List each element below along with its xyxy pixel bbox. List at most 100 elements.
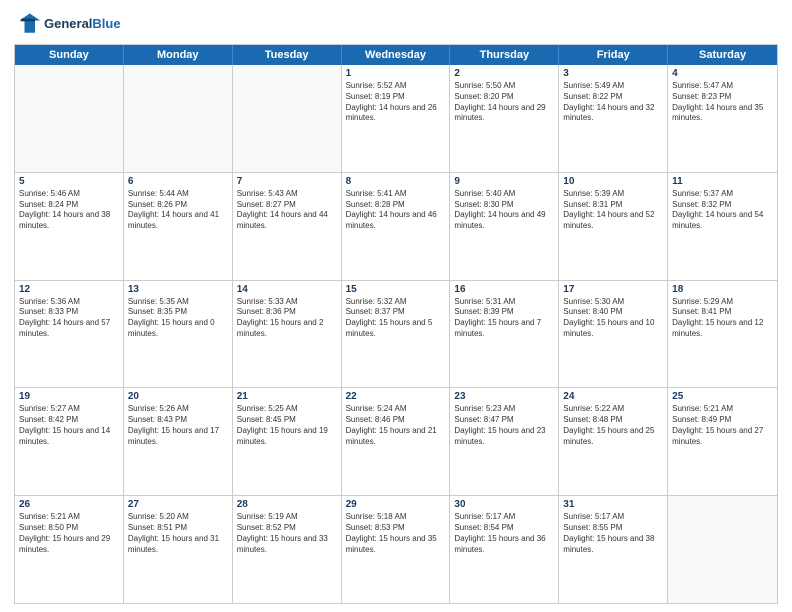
- day-info: Sunrise: 5:46 AMSunset: 8:24 PMDaylight:…: [19, 189, 119, 232]
- empty-cell: [124, 65, 233, 172]
- day-number: 14: [237, 284, 337, 295]
- day-cell-15: 15Sunrise: 5:32 AMSunset: 8:37 PMDayligh…: [342, 281, 451, 388]
- day-info: Sunrise: 5:18 AMSunset: 8:53 PMDaylight:…: [346, 512, 446, 555]
- day-number: 11: [672, 176, 773, 187]
- day-cell-27: 27Sunrise: 5:20 AMSunset: 8:51 PMDayligh…: [124, 496, 233, 603]
- calendar: SundayMondayTuesdayWednesdayThursdayFrid…: [14, 44, 778, 604]
- day-cell-3: 3 Sunrise: 5:49 AMSunset: 8:22 PMDaylight…: [559, 65, 668, 172]
- day-number: 10: [563, 176, 663, 187]
- day-info: Sunrise: 5:21 AMSunset: 8:49 PMDaylight:…: [672, 404, 773, 447]
- day-number: 18: [672, 284, 773, 295]
- day-number: 29: [346, 499, 446, 510]
- page: GeneralBlue SundayMondayTuesdayWednesday…: [0, 0, 792, 612]
- day-cell-17: 17 Sunrise: 5:30 AMSunset: 8:40 PMDayligh…: [559, 281, 668, 388]
- day-number: 16: [454, 284, 554, 295]
- day-info: Sunrise: 5:26 AMSunset: 8:43 PMDaylight:…: [128, 404, 228, 447]
- day-number: 13: [128, 284, 228, 295]
- day-number: 22: [346, 391, 446, 402]
- calendar-row-1: 1 Sunrise: 5:52 AMSunset: 8:19 PMDaylight…: [15, 65, 777, 173]
- day-info: Sunrise: 5:22 AMSunset: 8:48 PMDaylight:…: [563, 404, 663, 447]
- day-info: Sunrise: 5:43 AMSunset: 8:27 PMDaylight:…: [237, 189, 337, 232]
- day-number: 7: [237, 176, 337, 187]
- day-info: Sunrise: 5:37 AMSunset: 8:32 PMDaylight:…: [672, 189, 773, 232]
- day-info: Sunrise: 5:31 AMSunset: 8:39 PMDaylight:…: [454, 297, 554, 340]
- day-cell-23: 23 Sunrise: 5:23 AMSunset: 8:47 PMDayligh…: [450, 388, 559, 495]
- header-day-tuesday: Tuesday: [233, 45, 342, 65]
- day-info: Sunrise: 5:24 AMSunset: 8:46 PMDaylight:…: [346, 404, 446, 447]
- day-cell-29: 29 Sunrise: 5:18 AMSunset: 8:53 PMDayligh…: [342, 496, 451, 603]
- day-cell-25: 25Sunrise: 5:21 AMSunset: 8:49 PMDayligh…: [668, 388, 777, 495]
- day-cell-4: 4 Sunrise: 5:47 AMSunset: 8:23 PMDaylight…: [668, 65, 777, 172]
- header-day-saturday: Saturday: [668, 45, 777, 65]
- day-info: Sunrise: 5:29 AMSunset: 8:41 PMDaylight:…: [672, 297, 773, 340]
- day-number: 20: [128, 391, 228, 402]
- day-info: Sunrise: 5:50 AMSunset: 8:20 PMDaylight:…: [454, 81, 554, 124]
- logo: GeneralBlue: [14, 10, 121, 38]
- day-number: 30: [454, 499, 554, 510]
- day-cell-31: 31 Sunrise: 5:17 AMSunset: 8:55 PMDayligh…: [559, 496, 668, 603]
- empty-cell: [15, 65, 124, 172]
- day-info: Sunrise: 5:33 AMSunset: 8:36 PMDaylight:…: [237, 297, 337, 340]
- day-cell-22: 22 Sunrise: 5:24 AMSunset: 8:46 PMDayligh…: [342, 388, 451, 495]
- header-day-thursday: Thursday: [450, 45, 559, 65]
- day-cell-13: 13 Sunrise: 5:35 AMSunset: 8:35 PMDayligh…: [124, 281, 233, 388]
- day-cell-8: 8 Sunrise: 5:41 AMSunset: 8:28 PMDaylight…: [342, 173, 451, 280]
- day-number: 1: [346, 68, 446, 79]
- calendar-row-3: 12 Sunrise: 5:36 AMSunset: 8:33 PMDayligh…: [15, 281, 777, 389]
- day-info: Sunrise: 5:44 AMSunset: 8:26 PMDaylight:…: [128, 189, 228, 232]
- day-info: Sunrise: 5:35 AMSunset: 8:35 PMDaylight:…: [128, 297, 228, 340]
- day-cell-11: 11 Sunrise: 5:37 AMSunset: 8:32 PMDayligh…: [668, 173, 777, 280]
- day-number: 26: [19, 499, 119, 510]
- day-number: 17: [563, 284, 663, 295]
- day-info: Sunrise: 5:41 AMSunset: 8:28 PMDaylight:…: [346, 189, 446, 232]
- day-cell-2: 2 Sunrise: 5:50 AMSunset: 8:20 PMDaylight…: [450, 65, 559, 172]
- day-number: 23: [454, 391, 554, 402]
- day-cell-7: 7 Sunrise: 5:43 AMSunset: 8:27 PMDaylight…: [233, 173, 342, 280]
- day-info: Sunrise: 5:52 AMSunset: 8:19 PMDaylight:…: [346, 81, 446, 124]
- day-cell-12: 12 Sunrise: 5:36 AMSunset: 8:33 PMDayligh…: [15, 281, 124, 388]
- day-number: 8: [346, 176, 446, 187]
- day-info: Sunrise: 5:23 AMSunset: 8:47 PMDaylight:…: [454, 404, 554, 447]
- day-cell-19: 19Sunrise: 5:27 AMSunset: 8:42 PMDayligh…: [15, 388, 124, 495]
- header-day-friday: Friday: [559, 45, 668, 65]
- day-number: 24: [563, 391, 663, 402]
- header-day-monday: Monday: [124, 45, 233, 65]
- day-info: Sunrise: 5:49 AMSunset: 8:22 PMDaylight:…: [563, 81, 663, 124]
- day-cell-1: 1 Sunrise: 5:52 AMSunset: 8:19 PMDaylight…: [342, 65, 451, 172]
- day-info: Sunrise: 5:39 AMSunset: 8:31 PMDaylight:…: [563, 189, 663, 232]
- day-info: Sunrise: 5:36 AMSunset: 8:33 PMDaylight:…: [19, 297, 119, 340]
- day-info: Sunrise: 5:32 AMSunset: 8:37 PMDaylight:…: [346, 297, 446, 340]
- day-cell-10: 10 Sunrise: 5:39 AMSunset: 8:31 PMDayligh…: [559, 173, 668, 280]
- header-day-wednesday: Wednesday: [342, 45, 451, 65]
- day-cell-20: 20 Sunrise: 5:26 AMSunset: 8:43 PMDayligh…: [124, 388, 233, 495]
- day-cell-16: 16 Sunrise: 5:31 AMSunset: 8:39 PMDayligh…: [450, 281, 559, 388]
- day-info: Sunrise: 5:25 AMSunset: 8:45 PMDaylight:…: [237, 404, 337, 447]
- day-cell-6: 6Sunrise: 5:44 AMSunset: 8:26 PMDaylight…: [124, 173, 233, 280]
- day-cell-26: 26Sunrise: 5:21 AMSunset: 8:50 PMDayligh…: [15, 496, 124, 603]
- day-number: 2: [454, 68, 554, 79]
- day-cell-9: 9Sunrise: 5:40 AMSunset: 8:30 PMDaylight…: [450, 173, 559, 280]
- header: GeneralBlue: [14, 10, 778, 38]
- day-cell-21: 21 Sunrise: 5:25 AMSunset: 8:45 PMDayligh…: [233, 388, 342, 495]
- day-number: 31: [563, 499, 663, 510]
- calendar-row-2: 5Sunrise: 5:46 AMSunset: 8:24 PMDaylight…: [15, 173, 777, 281]
- day-number: 21: [237, 391, 337, 402]
- day-info: Sunrise: 5:27 AMSunset: 8:42 PMDaylight:…: [19, 404, 119, 447]
- day-number: 9: [454, 176, 554, 187]
- day-number: 3: [563, 68, 663, 79]
- calendar-row-5: 26Sunrise: 5:21 AMSunset: 8:50 PMDayligh…: [15, 496, 777, 603]
- day-cell-30: 30 Sunrise: 5:17 AMSunset: 8:54 PMDayligh…: [450, 496, 559, 603]
- day-cell-24: 24 Sunrise: 5:22 AMSunset: 8:48 PMDayligh…: [559, 388, 668, 495]
- day-info: Sunrise: 5:47 AMSunset: 8:23 PMDaylight:…: [672, 81, 773, 124]
- day-number: 4: [672, 68, 773, 79]
- empty-cell: [233, 65, 342, 172]
- day-info: Sunrise: 5:17 AMSunset: 8:54 PMDaylight:…: [454, 512, 554, 555]
- day-number: 28: [237, 499, 337, 510]
- day-info: Sunrise: 5:17 AMSunset: 8:55 PMDaylight:…: [563, 512, 663, 555]
- day-number: 12: [19, 284, 119, 295]
- day-cell-14: 14 Sunrise: 5:33 AMSunset: 8:36 PMDayligh…: [233, 281, 342, 388]
- day-info: Sunrise: 5:19 AMSunset: 8:52 PMDaylight:…: [237, 512, 337, 555]
- day-cell-5: 5Sunrise: 5:46 AMSunset: 8:24 PMDaylight…: [15, 173, 124, 280]
- day-info: Sunrise: 5:20 AMSunset: 8:51 PMDaylight:…: [128, 512, 228, 555]
- day-info: Sunrise: 5:30 AMSunset: 8:40 PMDaylight:…: [563, 297, 663, 340]
